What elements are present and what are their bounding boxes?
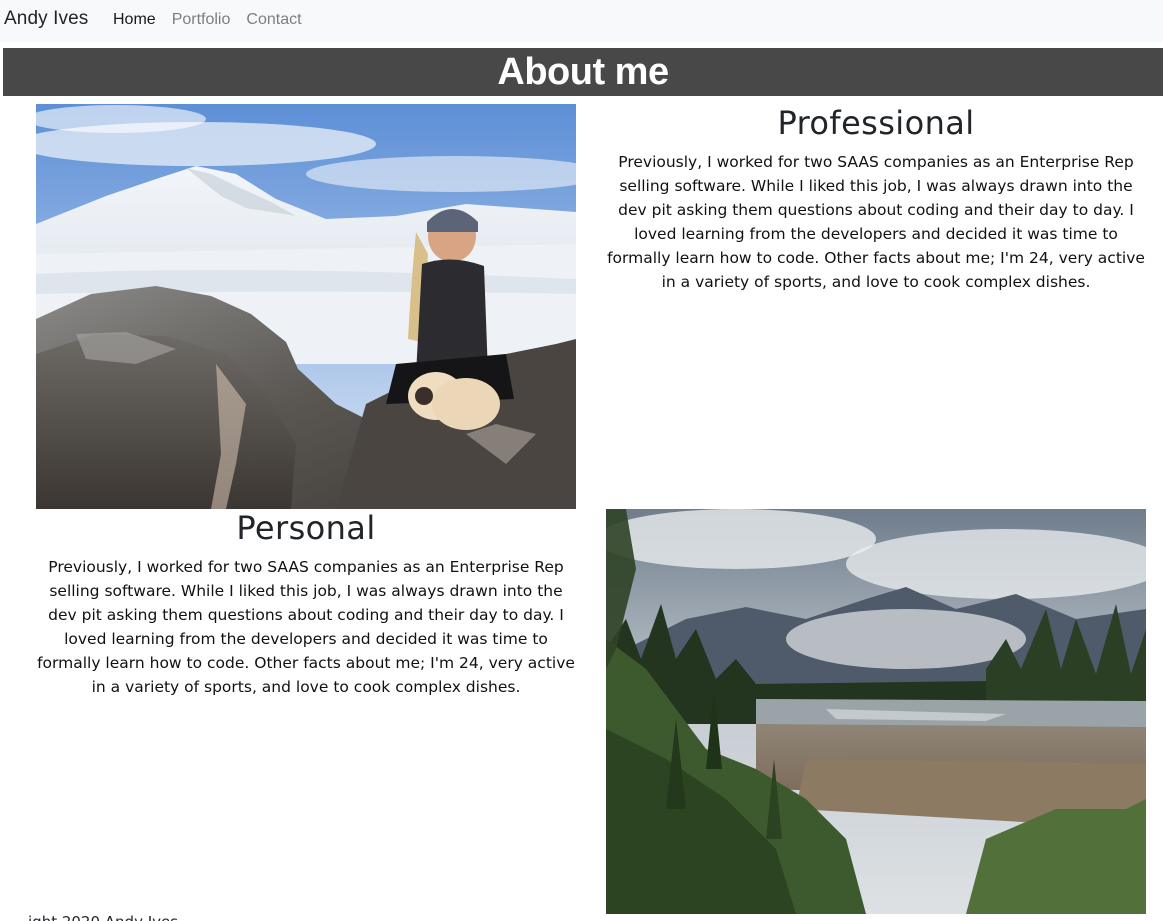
personal-text: Previously, I worked for two SAAS compan… (37, 558, 575, 696)
footer-copyright: ight 2020 Andy Ives (28, 913, 178, 921)
page: Andy Ives Home Portfolio Contact About m… (0, 0, 1163, 921)
nav-links: Home Portfolio Contact (113, 11, 302, 29)
forest-river-photo (606, 509, 1146, 914)
professional-text: Previously, I worked for two SAAS compan… (607, 153, 1145, 291)
nav-link-contact[interactable]: Contact (246, 11, 301, 29)
brand-link[interactable]: Andy Ives (4, 8, 88, 30)
professional-heading: Professional (777, 104, 975, 142)
about-header-band: About me (3, 48, 1163, 96)
nav-link-home[interactable]: Home (113, 11, 156, 29)
personal-heading: Personal (236, 509, 376, 547)
personal-section: Personal Previously, I worked for two SA… (36, 507, 576, 699)
snow-mountain-photo (36, 104, 576, 509)
page-title: About me (497, 51, 669, 93)
nav-link-portfolio[interactable]: Portfolio (172, 11, 231, 29)
navbar: Andy Ives Home Portfolio Contact (0, 0, 1163, 42)
professional-section: Professional Previously, I worked for tw… (606, 102, 1146, 294)
